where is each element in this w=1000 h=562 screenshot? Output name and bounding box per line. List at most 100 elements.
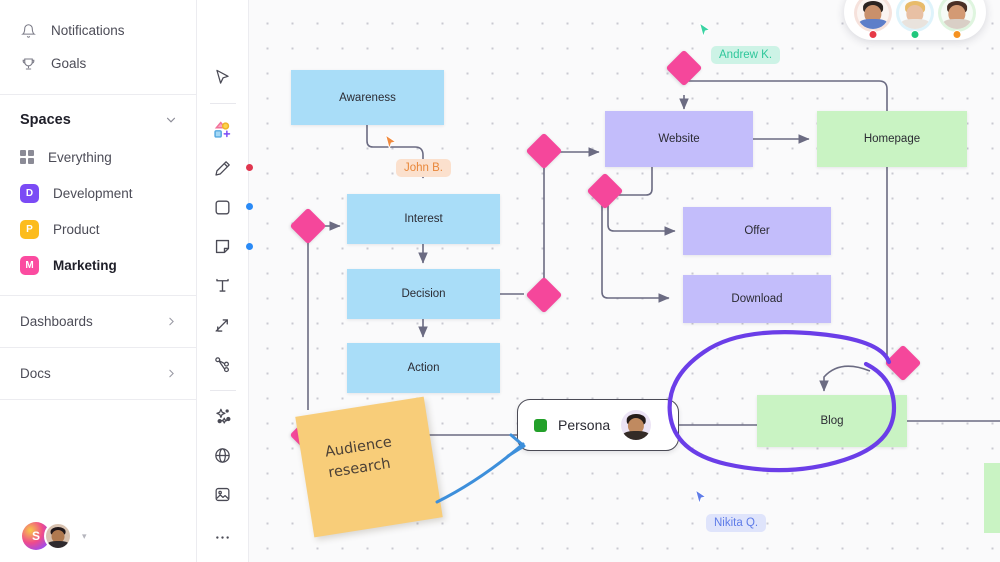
sidebar-divider-3 [0,347,196,348]
persona-card[interactable]: Persona [517,399,679,451]
diamond-website-in[interactable] [665,49,703,87]
rectangle-color-indicator [245,203,253,211]
node-website[interactable]: Website [605,111,753,167]
sidebar-item-label: Docs [20,366,51,381]
sidebar-item-notifications[interactable]: Notifications [0,14,196,47]
sidebar-divider-4 [0,399,196,400]
node-offer[interactable]: Offer [683,207,831,255]
space-label: Marketing [53,257,117,273]
node-decision[interactable]: Decision [347,269,500,319]
cursor-pointer-icon [383,133,399,157]
node-blog[interactable]: Blog [757,395,907,447]
status-dot [952,30,962,39]
node-label: Homepage [863,133,921,145]
sidebar-item-label: Notifications [51,23,125,38]
face-illustration [941,0,973,29]
node-homepage[interactable]: Homepage [817,111,967,167]
connector-tool[interactable] [206,310,240,340]
avatar[interactable] [44,522,72,550]
sidebar-item-everything[interactable]: Everything [0,139,196,175]
sidebar-item-goals[interactable]: Goals [0,47,196,80]
avatar-image [941,0,973,29]
cursor-label: Nikita Q. [706,514,767,532]
face-illustration [899,0,931,29]
cursor-label: John B. [396,159,451,177]
sticky-note-text: Audience research [323,434,394,482]
avatar-user-1[interactable] [854,0,892,39]
cursor-pointer-icon [697,21,713,45]
sidebar: Notifications Goals Spaces Everything D … [0,0,197,562]
status-dot [868,30,878,39]
ai-sparkle-tool[interactable] [206,401,240,431]
avatar-image [899,0,931,29]
chevron-down-icon[interactable]: ▾ [82,531,87,542]
node-label: Blog [820,415,844,427]
sidebar-item-marketing[interactable]: M Marketing [0,247,196,283]
pen-tool[interactable] [206,153,253,183]
sidebar-divider-1 [0,94,196,95]
diamond-left-top[interactable] [289,207,327,245]
chevron-down-icon[interactable] [164,113,178,127]
image-tool[interactable] [206,480,240,510]
sidebar-item-label: Goals [51,56,87,71]
node-interest[interactable]: Interest [347,194,500,244]
avatar[interactable] [621,410,652,440]
sticky-color-indicator [245,242,253,250]
node-label: Action [407,362,440,374]
chevron-right-icon[interactable] [165,315,178,328]
sidebar-item-product[interactable]: P Product [0,211,196,247]
space-badge-development: D [20,183,39,203]
face-illustration [621,410,651,440]
node-label: Decision [401,288,446,300]
space-label: Development [53,185,133,201]
space-label: Product [53,221,100,237]
sidebar-item-label: Dashboards [20,314,93,329]
sidebar-divider-2 [0,295,196,296]
diamond-mid-bottom[interactable] [525,276,563,314]
diamond-offer-split[interactable] [586,172,624,210]
more-options-tool[interactable] [206,523,240,553]
cursor-pointer-icon [693,488,709,512]
shapes-library-tool[interactable] [206,114,240,144]
spaces-title: Spaces [20,112,71,128]
sidebar-user-bar[interactable]: S ▾ [0,510,197,562]
space-badge-marketing: M [20,255,39,275]
sticky-note-audience-research[interactable]: Audience research [295,396,443,538]
bell-icon [20,22,37,39]
spaces-section-header[interactable]: Spaces [0,101,196,139]
node-offscreen-right[interactable] [984,463,1000,533]
face-illustration [857,0,889,29]
embed-globe-tool[interactable] [206,440,240,470]
node-label: Awareness [339,91,396,104]
app-root: Notifications Goals Spaces Everything D … [0,0,1000,562]
status-dot [910,30,920,39]
pen-color-indicator [245,164,253,172]
node-download[interactable]: Download [683,275,831,323]
node-label: Website [658,133,700,145]
avatar-user-2[interactable] [896,0,934,39]
face-illustration [46,524,70,548]
node-label: Offer [744,225,770,237]
rectangle-tool[interactable] [206,192,253,222]
diamond-blog-top[interactable] [884,344,922,382]
grid-icon [20,150,34,164]
chevron-right-icon[interactable] [165,367,178,380]
diamond-mid-top[interactable] [525,132,563,170]
sticky-note-tool[interactable] [206,232,253,262]
avatar-user-3[interactable] [938,0,976,39]
node-action[interactable]: Action [347,343,500,393]
select-cursor-tool[interactable] [206,62,240,92]
node-awareness[interactable]: Awareness [291,70,444,125]
avatar-image [857,0,889,29]
cursor-label: Andrew K. [711,46,781,64]
space-label: Everything [48,149,112,165]
toolbar-divider [209,390,236,392]
sidebar-item-dashboards[interactable]: Dashboards [0,300,196,343]
sidebar-item-development[interactable]: D Development [0,175,196,211]
mindmap-tool[interactable] [206,349,240,379]
trophy-icon [20,55,37,72]
toolbar-divider [209,103,236,105]
whiteboard-canvas[interactable]: Awareness Interest Decision Action Websi… [249,0,1000,562]
text-tool[interactable] [206,271,240,301]
sidebar-item-docs[interactable]: Docs [0,352,196,395]
